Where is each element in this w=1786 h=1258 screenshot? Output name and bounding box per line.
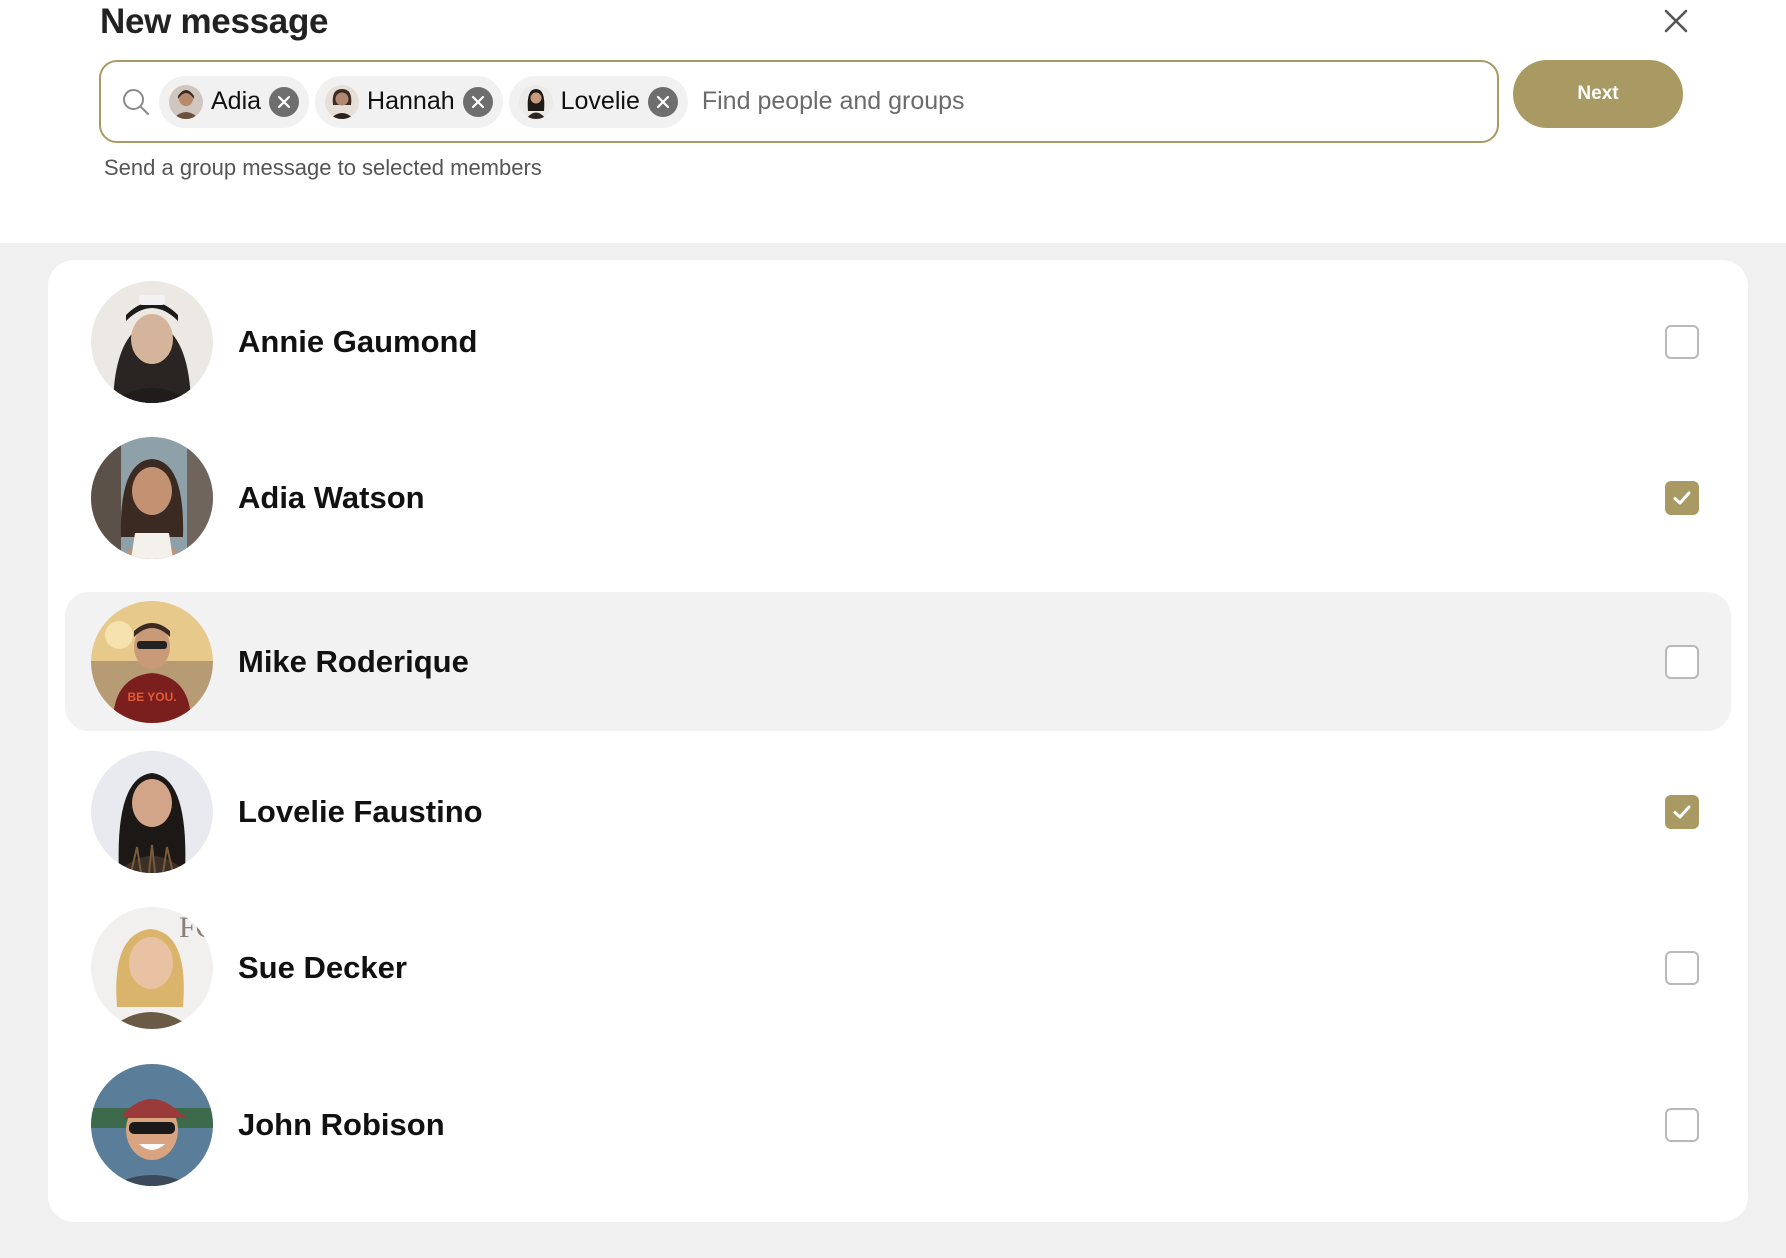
member-checkbox[interactable] [1665,324,1699,359]
member-checkbox[interactable] [1665,480,1699,515]
member-name: John Robison [238,1106,445,1142]
remove-lovelie-button[interactable] [647,86,678,117]
member-checkbox[interactable] [1665,1107,1699,1142]
member-name: Sue Decker [238,949,407,985]
member-checkbox[interactable] [1665,950,1699,985]
close-icon [277,95,291,108]
checkmark-icon [1673,805,1691,818]
close-icon [656,95,669,108]
helper-text: Send a group message to selected members [104,155,542,180]
member-checkbox[interactable] [1665,794,1699,829]
close-icon [471,95,484,108]
member-name: Adia Watson [238,479,425,515]
chip-label: Adia [211,87,262,115]
recipient-chip-lovelie: Lovelie [508,75,688,128]
avatar: FC [91,906,213,1029]
member-checkbox[interactable] [1665,644,1699,679]
member-row[interactable]: FC Sue Decker [65,898,1731,1037]
member-row[interactable]: Annie Gaumond [65,272,1731,411]
member-name: Lovelie Faustino [238,793,483,829]
avatar [91,1063,213,1186]
remove-hannah-button[interactable] [462,86,493,117]
avatar [91,280,213,403]
search-input[interactable] [693,77,1497,126]
svg-text:FC: FC [179,911,213,944]
close-icon [1664,9,1688,33]
avatar [91,436,213,559]
search-icon [119,85,153,119]
next-button[interactable]: Next [1513,60,1683,128]
member-row[interactable]: BE YOU. Mike Roderique [65,592,1731,731]
member-list: Annie Gaumond Adia Watson BE YOU. Mike R… [48,260,1748,1222]
member-row[interactable]: Lovelie Faustino [65,742,1731,881]
recipient-chip-adia: Adia [159,75,310,128]
close-button[interactable] [1659,4,1693,38]
avatar: BE YOU. [91,600,213,723]
recipient-search-box[interactable]: Adia Hannah Lovelie Find people and grou… [99,60,1499,143]
avatar [325,84,360,119]
avatar [518,84,553,119]
recipient-chip-hannah: Hannah [315,75,503,128]
compose-header: New message Adia Hannah Lovelie Find peo… [0,0,1786,243]
avatar [169,84,203,119]
svg-text:BE YOU.: BE YOU. [127,690,176,704]
checkmark-icon [1673,491,1691,504]
chip-label: Hannah [367,87,455,115]
avatar [91,750,213,873]
member-name: Annie Gaumond [238,323,478,359]
page-title: New message [100,2,329,41]
remove-adia-button[interactable] [269,86,300,117]
chip-label: Lovelie [560,87,640,115]
member-row[interactable]: Adia Watson [65,428,1731,567]
member-name: Mike Roderique [238,643,469,679]
member-row[interactable]: John Robison [65,1055,1731,1194]
